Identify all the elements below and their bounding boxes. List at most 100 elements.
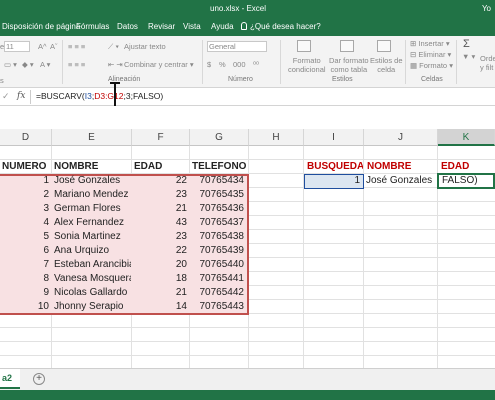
conditional-format-button[interactable]: Formato condicional <box>288 56 326 74</box>
cell-edad[interactable]: 23 <box>132 230 189 244</box>
column-header-j[interactable]: J <box>364 129 438 146</box>
cell-edad[interactable]: 22 <box>132 244 189 258</box>
cell-nombre[interactable]: German Flores <box>52 202 131 216</box>
tab-view[interactable]: Vista <box>183 22 201 31</box>
column-header-e[interactable]: E <box>52 129 132 146</box>
format-label: Formato <box>419 61 448 70</box>
cell-edad[interactable]: 21 <box>132 202 189 216</box>
percent-icon[interactable]: % <box>219 60 226 69</box>
conditional-format-line1: Formato <box>292 56 321 65</box>
tab-formulas[interactable]: Fórmulas <box>76 22 109 31</box>
cell-numero[interactable]: 7 <box>0 258 51 272</box>
cell-telefono[interactable]: 70765441 <box>190 272 246 286</box>
cell-edad[interactable]: 23 <box>132 188 189 202</box>
column-header-k[interactable]: K <box>438 129 495 146</box>
autosum-icon[interactable]: Σ <box>463 38 470 50</box>
cell-styles-button[interactable]: Estilos de celda <box>370 56 403 74</box>
tab-data[interactable]: Datos <box>117 22 138 31</box>
cell-nombre[interactable]: Jhonny Serapio <box>52 300 131 314</box>
cell-telefono[interactable]: 70765440 <box>190 258 246 272</box>
cell-nombre[interactable]: Mariano Mendez <box>52 188 131 202</box>
cell-numero[interactable]: 4 <box>0 216 51 230</box>
enter-icon[interactable]: ✓ <box>2 91 10 102</box>
formula-input[interactable]: =BUSCARV(I3;D3:G12;3;FALSO) <box>36 91 163 101</box>
user-name[interactable]: Yo <box>482 4 491 13</box>
header-numero: NUMERO <box>2 161 47 172</box>
currency-icon[interactable]: $ <box>207 60 211 69</box>
font-color-icon[interactable]: A ▾ <box>40 60 50 69</box>
align-top-icon[interactable]: ≡ ≡ ≡ <box>68 42 85 51</box>
cell-numero[interactable]: 8 <box>0 272 51 286</box>
cell-numero[interactable]: 2 <box>0 188 51 202</box>
cell-nombre[interactable]: Sonia Martinez <box>52 230 131 244</box>
cell-edad[interactable]: 43 <box>132 216 189 230</box>
cell-numero[interactable]: 3 <box>0 202 51 216</box>
cell-telefono[interactable]: 70765439 <box>190 244 246 258</box>
orientation-icon[interactable]: ⟋ ▾ <box>108 42 119 52</box>
fill-icon[interactable]: ▼ ▾ <box>462 52 475 61</box>
cell-nombre[interactable]: Vanesa Mosquera <box>52 272 131 286</box>
insert-function-icon[interactable]: fx <box>17 91 25 101</box>
divider <box>456 40 457 84</box>
cell-telefono[interactable]: 70765437 <box>190 216 246 230</box>
sort-filter-label-2: y filt <box>480 63 494 72</box>
column-header-g[interactable]: G <box>190 129 249 146</box>
cell-edad[interactable]: 22 <box>132 174 189 188</box>
lookup-edad-value[interactable]: FALSO) <box>440 174 495 188</box>
sort-filter-label[interactable]: Orde <box>480 54 495 63</box>
group-styles: Estilos <box>332 76 353 83</box>
align-left-icon[interactable]: ≡ ≡ ≡ <box>68 60 85 69</box>
worksheet-grid[interactable]: D E F G H I J K NUMERO NOMBRE EDAD TELEF… <box>0 106 495 368</box>
fill-color-icon[interactable]: ◆ ▾ <box>22 60 34 69</box>
header-telefono: TELEFONO <box>192 161 247 172</box>
cell-nombre[interactable]: José Gonzales <box>52 174 131 188</box>
group-cells: Celdas <box>421 76 443 83</box>
merge-center-button[interactable]: Combinar y centrar ▾ <box>124 60 194 69</box>
column-header-f[interactable]: F <box>132 129 190 146</box>
lookup-nombre-value[interactable]: José Gonzales <box>364 174 438 188</box>
increase-font-icon[interactable]: A^ <box>38 42 47 51</box>
borders-icon[interactable]: ▭ ▾ <box>4 60 17 69</box>
cell-edad[interactable]: 21 <box>132 286 189 300</box>
cell-nombre[interactable]: Nicolas Gallardo <box>52 286 131 300</box>
cell-nombre[interactable]: Esteban Arancibia <box>52 258 131 272</box>
cell-edad[interactable]: 18 <box>132 272 189 286</box>
format-as-table-button[interactable]: Dar formato como tabla <box>329 56 369 74</box>
cell-numero[interactable]: 5 <box>0 230 51 244</box>
tab-review[interactable]: Revisar <box>148 22 175 31</box>
cell-nombre[interactable]: Alex Fernandez <box>52 216 131 230</box>
column-header-h[interactable]: H <box>249 129 304 146</box>
format-button[interactable]: ▦ Formato ▾ <box>410 61 453 70</box>
insert-button[interactable]: ⊞ Insertar ▾ <box>410 39 450 48</box>
indent-icon[interactable]: ⇤ ⇥ <box>108 60 123 69</box>
decrease-font-icon[interactable]: Aˇ <box>50 42 58 51</box>
cell-telefono[interactable]: 70765438 <box>190 230 246 244</box>
decimal-icon[interactable]: ⁰⁰ <box>253 60 259 69</box>
cell-numero[interactable]: 1 <box>0 174 51 188</box>
cell-edad[interactable]: 14 <box>132 300 189 314</box>
sheet-tab[interactable]: a2 <box>0 369 20 389</box>
tab-help[interactable]: Ayuda <box>211 22 234 31</box>
cell-telefono[interactable]: 70765443 <box>190 300 246 314</box>
thousands-icon[interactable]: 000 <box>233 60 246 69</box>
lookup-busqueda-value[interactable]: 1 <box>304 174 362 188</box>
cell-numero[interactable]: 6 <box>0 244 51 258</box>
delete-button[interactable]: ⊟ Eliminar ▾ <box>410 50 451 59</box>
conditional-format-line2: condicional <box>288 65 326 74</box>
cell-nombre[interactable]: Ana Urquizo <box>52 244 131 258</box>
cell-telefono[interactable]: 70765436 <box>190 202 246 216</box>
cell-numero[interactable]: 10 <box>0 300 51 314</box>
number-format-select[interactable]: General <box>207 41 267 52</box>
cell-telefono[interactable]: 70765434 <box>190 174 246 188</box>
cell-numero[interactable]: 9 <box>0 286 51 300</box>
font-size-box[interactable]: 11 <box>4 41 30 52</box>
add-sheet-icon[interactable]: + <box>33 373 45 385</box>
cell-telefono[interactable]: 70765442 <box>190 286 246 300</box>
column-header-i[interactable]: I <box>304 129 364 146</box>
cell-telefono[interactable]: 70765435 <box>190 188 246 202</box>
tab-page-layout[interactable]: Disposición de página <box>2 22 80 31</box>
tell-me-box[interactable]: ¿Qué desea hacer? <box>241 22 321 31</box>
wrap-text-button[interactable]: Ajustar texto <box>124 42 166 51</box>
column-header-d[interactable]: D <box>0 129 52 146</box>
cell-edad[interactable]: 20 <box>132 258 189 272</box>
